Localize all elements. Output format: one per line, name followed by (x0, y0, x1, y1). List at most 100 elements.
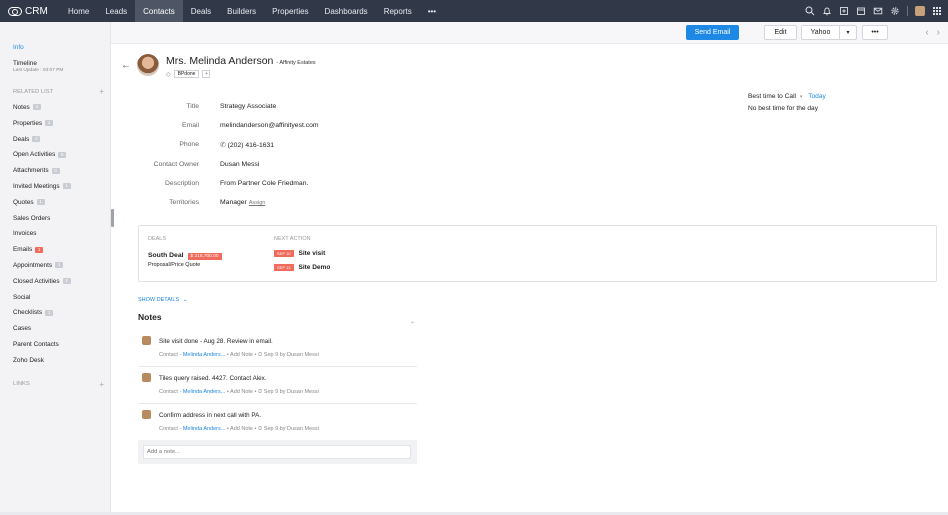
sidebar-item-label: Cases (13, 325, 32, 333)
tab-deals[interactable]: Deals (183, 0, 219, 22)
sidebar-item-deals[interactable]: Deals 2 (0, 131, 110, 147)
sidebar-item-emails[interactable]: Emails 1 (0, 242, 110, 258)
sidebar-item-closed-activities[interactable]: Closed Activities 2 (0, 273, 110, 289)
field-value[interactable]: Strategy Associate (220, 103, 276, 110)
sidebar-item-cases[interactable]: Cases (0, 321, 110, 337)
note-text: Confirm address in next call with PA. (159, 412, 262, 419)
sidebar-item-label: Appointments (13, 261, 53, 269)
sidebar-item-appointments[interactable]: Appointments 1 (0, 258, 110, 274)
search-icon[interactable] (805, 6, 815, 16)
note-item[interactable]: Confirm address in next call with PA. Con… (138, 404, 417, 441)
next-action-2[interactable]: SEP 13 Site Demo (274, 264, 330, 271)
show-details-link[interactable]: SHOW DETAILS ⌄ (138, 297, 187, 303)
contact-company[interactable]: - Affinity Estates (276, 60, 315, 66)
best-time-caret-icon[interactable]: ▾ (800, 94, 803, 100)
note-author-avatar (142, 410, 151, 419)
calendar-icon[interactable] (856, 6, 866, 16)
tab-builders[interactable]: Builders (219, 0, 264, 22)
field-value[interactable]: From Partner Cole Friedman. (220, 180, 308, 187)
gear-icon[interactable] (890, 6, 900, 16)
top-icons (805, 0, 942, 22)
action-label[interactable]: Site Demo (299, 264, 331, 271)
next-record-icon[interactable]: › (937, 27, 940, 38)
sidebar-item-sales-orders[interactable]: Sales Orders (0, 210, 110, 226)
field-value[interactable]: ✆ (202) 416-1631 (220, 141, 274, 149)
tab-contacts[interactable]: Contacts (135, 0, 183, 22)
mail-icon[interactable] (873, 6, 883, 16)
tab-home[interactable]: Home (60, 0, 97, 22)
tag-bpdone[interactable]: BPdone (173, 70, 200, 78)
bell-icon[interactable] (822, 6, 832, 16)
sidebar-item-open-activities[interactable]: Open Activities 5 (0, 147, 110, 163)
more-actions-button[interactable]: ••• (862, 25, 888, 40)
add-link-icon[interactable]: + (99, 380, 104, 389)
next-action-heading: NEXT ACTION (274, 236, 311, 242)
show-details-label: SHOW DETAILS (138, 297, 180, 303)
user-avatar[interactable] (915, 6, 925, 16)
phone-icon[interactable]: ✆ (220, 142, 228, 149)
sidebar-item-info[interactable]: Info (0, 40, 110, 56)
field-value[interactable]: Dusan Messi (220, 161, 259, 168)
tab-leads[interactable]: Leads (97, 0, 135, 22)
yahoo-dropdown-button[interactable]: ▾ (839, 25, 857, 40)
notes-sort-chevron-icon[interactable]: ⌄ (410, 318, 415, 325)
note-item[interactable]: Site visit done - Aug 28. Review in emai… (138, 330, 417, 367)
notes-list: Site visit done - Aug 28. Review in emai… (138, 330, 417, 441)
apps-grid-icon[interactable] (932, 6, 942, 16)
add-record-icon[interactable] (839, 6, 849, 16)
sidebar-item-properties[interactable]: Properties 4 (0, 115, 110, 131)
field-row-description: Description From Partner Cole Friedman. (130, 174, 319, 193)
add-note-link[interactable]: Add Note (230, 389, 253, 395)
note-context: Contact - (159, 389, 183, 395)
sidebar-item-quotes[interactable]: Quotes 1 (0, 194, 110, 210)
back-arrow-icon[interactable]: ← (121, 60, 131, 71)
field-value[interactable]: melindanderson@affinityest.com (220, 122, 319, 129)
next-action-1[interactable]: SEP 10 Site visit (274, 250, 325, 257)
note-contact-link[interactable]: Melinda Anders... (183, 352, 226, 358)
note-when: Sep 9 by Dusan Messi (263, 426, 319, 432)
add-related-icon[interactable]: + (99, 87, 104, 96)
add-note-link[interactable]: Add Note (230, 426, 253, 432)
field-row-phone: Phone ✆ (202) 416-1631 (130, 135, 319, 154)
sidebar-item-attachments[interactable]: Attachments 0 (0, 163, 110, 179)
add-note-area (138, 440, 417, 464)
sidebar-item-notes[interactable]: Notes 3 (0, 100, 110, 116)
previous-record-icon[interactable]: ‹ (925, 27, 928, 38)
add-tag-button[interactable]: + (202, 70, 211, 78)
field-value[interactable]: Manager Assign (220, 199, 265, 206)
sidebar-item-parent-contacts[interactable]: Parent Contacts (0, 337, 110, 353)
sidebar-item-invited-meetings[interactable]: Invited Meetings 1 (0, 179, 110, 195)
edit-button[interactable]: Edit (764, 25, 797, 40)
note-contact-link[interactable]: Melinda Anders... (183, 426, 226, 432)
yahoo-button[interactable]: Yahoo (801, 25, 839, 40)
note-item[interactable]: Tiles query raised. 4427. Contact Alex. C… (138, 367, 417, 404)
best-time-sub: No best time for the day (748, 105, 819, 112)
sidebar-item-checklists[interactable]: Checklists 1 (0, 305, 110, 321)
action-label[interactable]: Site visit (299, 250, 326, 257)
add-note-input[interactable] (143, 445, 411, 459)
tab-more[interactable]: ••• (420, 0, 444, 22)
note-when: Sep 9 by Dusan Messi (263, 352, 319, 358)
deal-name[interactable]: South Deal (148, 252, 184, 259)
sidebar-item-social[interactable]: Social (0, 289, 110, 305)
contact-photo[interactable] (137, 54, 159, 76)
deal-item[interactable]: South Deal $ 216,700.00 (148, 252, 222, 260)
tab-properties[interactable]: Properties (264, 0, 316, 22)
best-time-today[interactable]: Today (808, 93, 826, 100)
related-list-sidebar: Info Timeline Last Update : 03:07 PM REL… (0, 22, 111, 512)
note-contact-link[interactable]: Melinda Anders... (183, 389, 226, 395)
add-note-link[interactable]: Add Note (230, 352, 253, 358)
tab-reports[interactable]: Reports (376, 0, 420, 22)
crm-logo[interactable]: CRM (0, 6, 60, 17)
assign-link[interactable]: Assign (249, 200, 266, 206)
note-text: Site visit done - Aug 28. Review in emai… (159, 338, 273, 345)
field-row-title: Title Strategy Associate (130, 97, 319, 116)
sidebar-item-invoices[interactable]: Invoices (0, 226, 110, 242)
tab-dashboards[interactable]: Dashboards (317, 0, 376, 22)
last-update-text: Last Update : 03:07 PM (13, 67, 64, 73)
sidebar-resize-handle[interactable] (111, 209, 114, 227)
links-heading: LINKS + (0, 376, 110, 392)
sidebar-item-zoho-desk[interactable]: Zoho Desk (0, 352, 110, 368)
note-meta: Contact - Melinda Anders... • Add Note •… (159, 352, 319, 359)
send-email-button[interactable]: Send Email (686, 25, 739, 40)
